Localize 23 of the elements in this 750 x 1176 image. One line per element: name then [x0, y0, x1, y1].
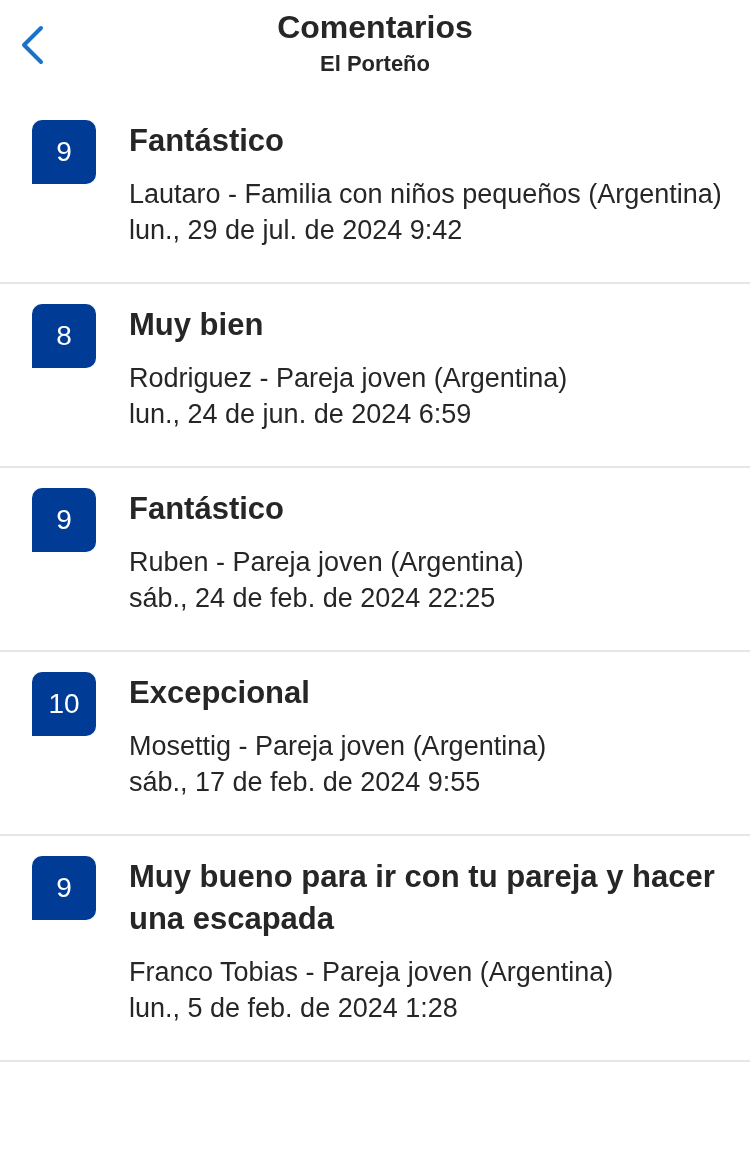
review-author: Rodriguez - Pareja joven (Argentina) [129, 362, 568, 395]
review-author: Mosettig - Pareja joven (Argentina) [129, 730, 547, 763]
score-badge: 9 [32, 856, 96, 920]
score-badge: 8 [32, 304, 96, 368]
review-title: Fantástico [129, 122, 286, 160]
review-author: Ruben - Pareja joven (Argentina) [129, 546, 524, 579]
page-title: Comentarios [277, 8, 473, 46]
review-date: lun., 29 de jul. de 2024 9:42 [129, 214, 464, 247]
page-subtitle: El Porteño [320, 50, 430, 78]
review-date: sáb., 17 de feb. de 2024 9:55 [129, 766, 482, 799]
review-date: lun., 24 de jun. de 2024 6:59 [129, 398, 473, 431]
review-author: Lautaro - Familia con niños pequeños (Argentina) [129, 178, 722, 211]
review-title: Muy bueno para ir con tu pareja y hacer una escapada [129, 858, 716, 938]
score-badge: 9 [32, 120, 96, 184]
review-date: lun., 5 de feb. de 2024 1:28 [129, 992, 459, 1025]
review-author: Franco Tobias - Pareja joven (Argentina) [129, 956, 615, 989]
review-title: Muy bien [129, 306, 265, 344]
score-badge: 10 [32, 672, 96, 736]
review-title: Excepcional [129, 674, 311, 712]
score-badge: 9 [32, 488, 96, 552]
review-date: sáb., 24 de feb. de 2024 22:25 [129, 582, 497, 615]
review-title: Fantástico [129, 490, 286, 528]
back-icon [20, 25, 44, 65]
